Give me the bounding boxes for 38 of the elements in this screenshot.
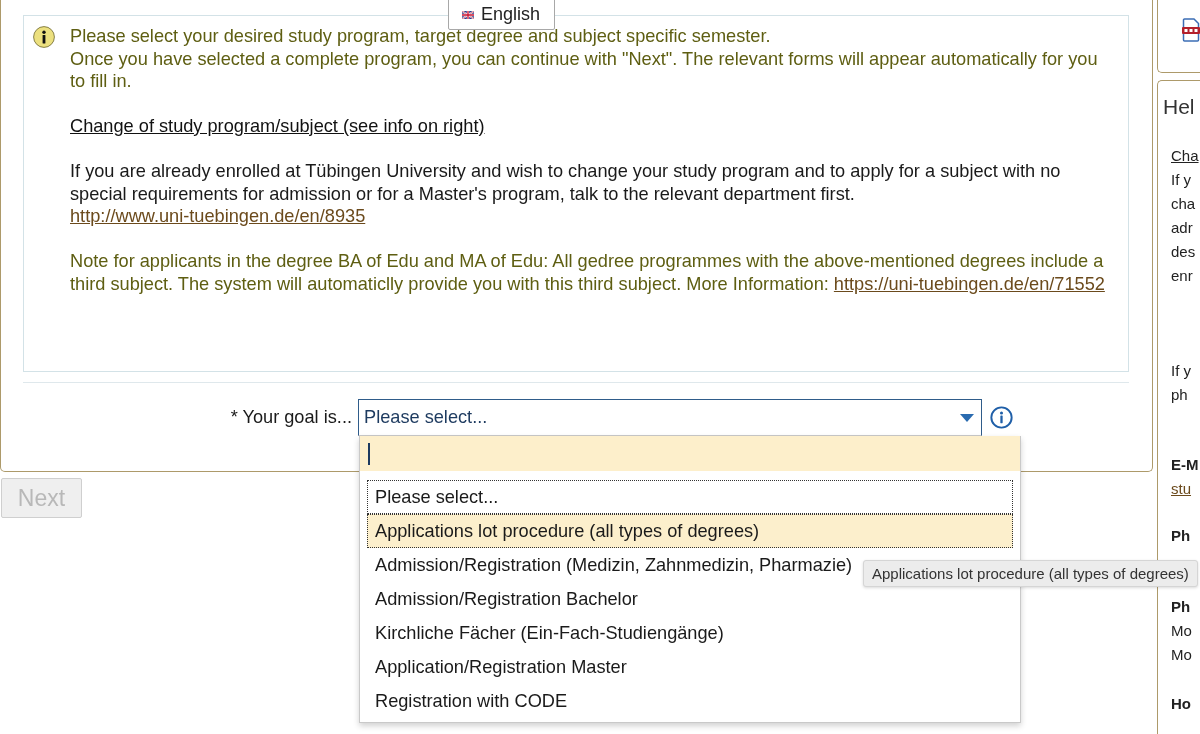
- help-text: ph: [1171, 385, 1189, 405]
- section-heading: Change of study program/subject (see info on right): [70, 115, 486, 138]
- dropdown-option[interactable]: Registration with CODE: [367, 684, 569, 718]
- search-field[interactable]: [360, 436, 1020, 471]
- help-text: Mo: [1171, 621, 1193, 641]
- dropdown-option[interactable]: Application/Registration Master: [367, 650, 628, 684]
- notice-text: Note for applicants in the degree BA of Edu and MA of Edu: All gedree programmes with the above-mentioned degrees include a third subject. The system will automaticlly provide you with this third subject. More Information: https://uni-tuebingen.de/en/71552: [70, 250, 1106, 295]
- body-text: If you are already enrolled at Tübingen University and wish to change your study program and to apply for a subject with no special requirements for admission or for a Master's program, talk to the relevant department first. http://www.uni-tuebingen.de/en/8935: [70, 160, 1062, 228]
- link[interactable]: https://uni-tuebingen.de/en/71552: [833, 273, 1105, 294]
- help-text: adr: [1171, 218, 1194, 238]
- language-button[interactable]: English: [448, 0, 556, 30]
- help-text: cha: [1171, 194, 1197, 214]
- dropdown-option[interactable]: Admission/Registration Bachelor: [367, 582, 639, 616]
- notice-text: Once you have selected a complete program, you can continue with "Next". The relevant forms will appear automatically for you to fill in.: [70, 47, 1099, 93]
- help-label: E-M: [1171, 455, 1200, 475]
- help-text: des: [1171, 242, 1197, 262]
- dropdown-option[interactable]: Kirchliche Fächer (Ein-Fach-Studiengänge): [367, 616, 725, 650]
- goal-select[interactable]: Please select...: [358, 399, 982, 436]
- help-label: Ph: [1171, 526, 1192, 546]
- info-icon: [33, 26, 55, 48]
- field-label: * Your goal is...: [229, 407, 352, 428]
- help-label: Ho: [1171, 694, 1192, 714]
- help-text: Mo: [1171, 645, 1193, 665]
- help-title: Hel: [1163, 94, 1196, 120]
- help-text: enr: [1171, 266, 1194, 286]
- flag-icon: [462, 10, 474, 19]
- document-icon[interactable]: [1182, 18, 1200, 42]
- link[interactable]: http://www.uni-tuebingen.de/en/8935: [70, 206, 366, 226]
- help-link[interactable]: stu: [1171, 477, 1200, 501]
- help-text: If y: [1171, 361, 1192, 381]
- info-icon[interactable]: [990, 406, 1013, 429]
- help-heading[interactable]: Cha: [1171, 144, 1200, 168]
- caret-icon: [960, 413, 974, 422]
- dropdown-option[interactable]: Applications lot procedure (all types of degrees): [367, 514, 1013, 548]
- dropdown-option[interactable]: Admission/Registration (Medizin, Zahnmedizin, Pharmazie): [367, 548, 854, 582]
- tooltip: Applications lot procedure (all types of degrees): [863, 560, 1198, 587]
- help-label: Ph: [1171, 597, 1192, 617]
- help-text: If y: [1171, 170, 1192, 190]
